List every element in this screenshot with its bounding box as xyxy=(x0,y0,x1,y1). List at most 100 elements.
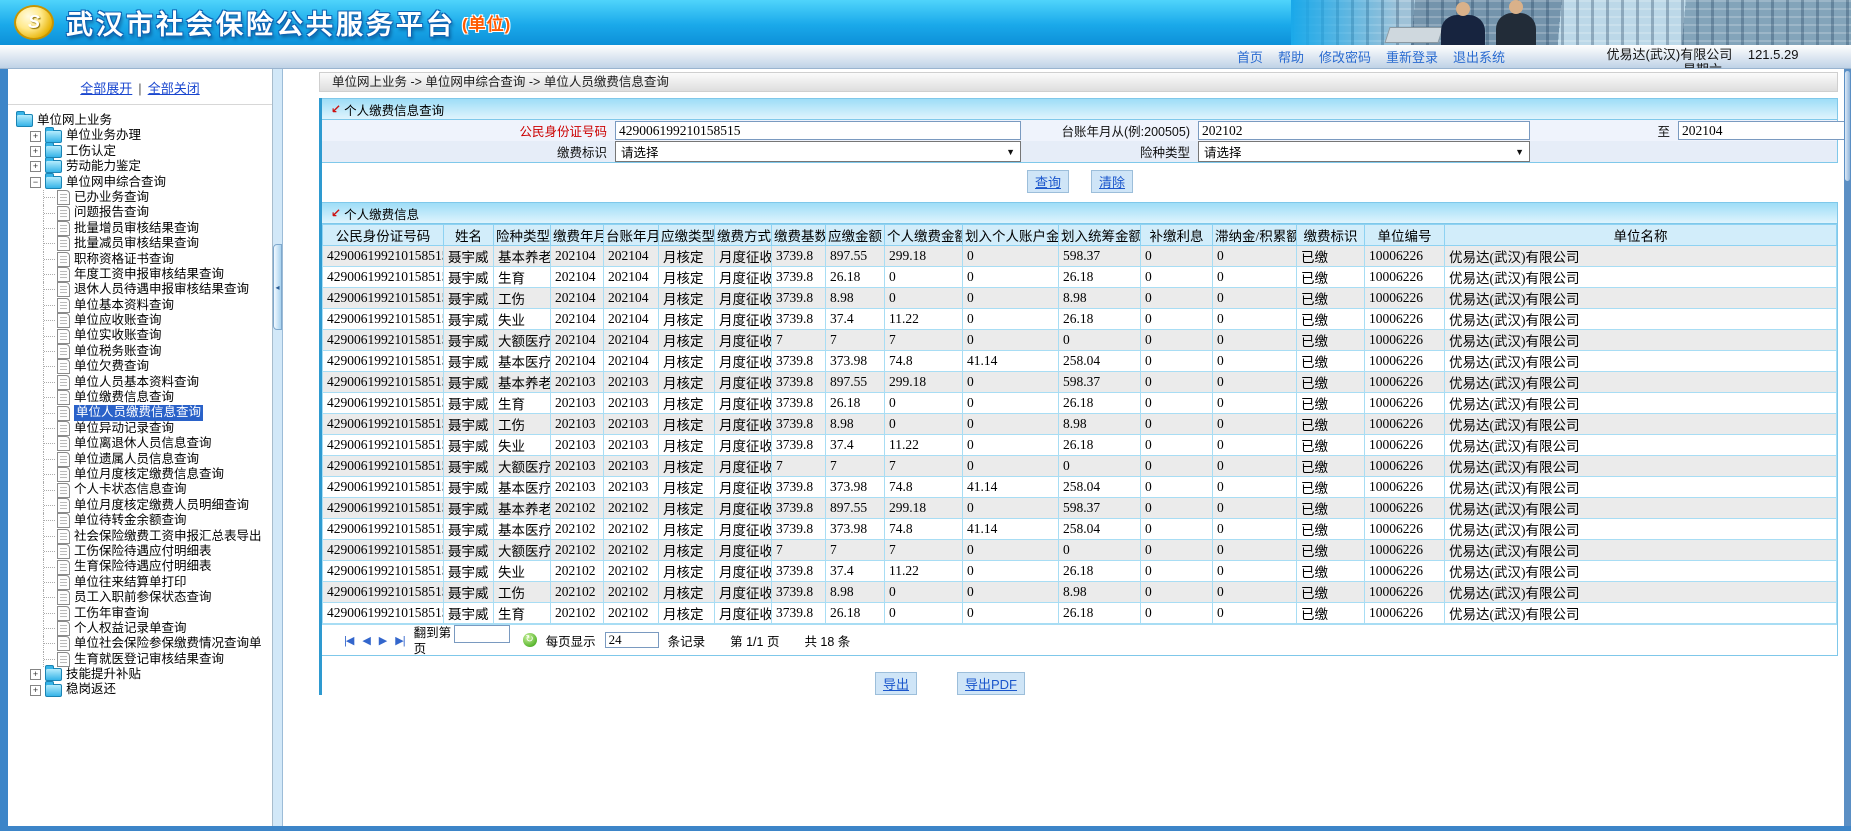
next-page-icon[interactable]: ▶ xyxy=(379,634,388,647)
goto-page-input[interactable] xyxy=(454,624,511,643)
sidebar-item[interactable]: 问题报告查询 xyxy=(43,205,270,221)
sidebar-item-label[interactable]: 已办业务查询 xyxy=(74,190,149,205)
sidebar-item[interactable]: 单位人员缴费信息查询 xyxy=(43,405,270,421)
sidebar-item-label[interactable]: 单位往来结算单打印 xyxy=(74,575,187,590)
sidebar-item-label[interactable]: 单位应收账查询 xyxy=(74,313,162,328)
collapse-all-link[interactable]: 全部关闭 xyxy=(148,81,200,96)
sidebar-folder[interactable]: + 单位业务办理 xyxy=(30,126,270,143)
pay-flag-select[interactable]: 请选择 ▼ xyxy=(615,141,1021,162)
sidebar-item-label[interactable]: 退休人员待遇申报审核结果查询 xyxy=(74,282,249,297)
vertical-scrollbar[interactable] xyxy=(1844,69,1851,826)
sidebar-item-label[interactable]: 个人卡状态信息查询 xyxy=(74,482,187,497)
sidebar-item[interactable]: 工伤保险待遇应付明细表 xyxy=(43,543,270,560)
sidebar-item[interactable]: 单位实收账查询 xyxy=(43,328,270,344)
expand-all-link[interactable]: 全部展开 xyxy=(80,81,132,96)
sidebar-item[interactable]: 单位月度核定缴费信息查询 xyxy=(43,466,270,483)
sidebar-item-label[interactable]: 单位月度核定缴费信息查询 xyxy=(74,467,224,482)
nav-link[interactable]: 修改密码 xyxy=(1319,47,1371,66)
nav-link[interactable]: 退出系统 xyxy=(1453,47,1505,66)
export-pdf-button[interactable]: 导出PDF xyxy=(957,672,1026,695)
sidebar-item-label[interactable]: 单位实收账查询 xyxy=(74,328,162,343)
sidebar-folder[interactable]: + 工伤认定 xyxy=(30,141,270,159)
sidebar-item-label[interactable]: 单位遗属人员信息查询 xyxy=(74,452,199,467)
expand-plus-icon[interactable]: + xyxy=(30,145,41,157)
page-size-input[interactable] xyxy=(604,632,659,648)
expand-plus-icon[interactable]: + xyxy=(30,161,41,173)
id-number-input[interactable] xyxy=(615,121,1021,140)
refresh-icon[interactable]: ↻ xyxy=(522,633,537,647)
sidebar-item-label[interactable]: 单位离退休人员信息查询 xyxy=(74,436,212,451)
sidebar-item-label[interactable]: 单位基本资料查询 xyxy=(74,298,174,313)
sidebar-item[interactable]: 单位欠费查询 xyxy=(43,359,270,375)
scrollbar-thumb[interactable] xyxy=(1845,71,1850,181)
period-to-input[interactable] xyxy=(1678,121,1844,140)
sidebar-folder[interactable]: 单位网上业务 xyxy=(16,111,270,128)
sidebar-item[interactable]: 批量减员审核结果查询 xyxy=(43,236,270,252)
sidebar-item-label[interactable]: 单位异动记录查询 xyxy=(74,421,174,436)
sidebar-item[interactable]: 单位离退休人员信息查询 xyxy=(43,436,270,452)
sidebar-item[interactable]: 批量增员审核结果查询 xyxy=(43,220,270,237)
sidebar-item-label[interactable]: 社会保险缴费工资申报汇总表导出 xyxy=(74,529,262,544)
sidebar-item-label[interactable]: 稳岗返还 xyxy=(66,682,116,697)
period-from-input[interactable] xyxy=(1198,121,1530,140)
collapse-handle-icon[interactable]: ◂ xyxy=(273,244,282,330)
sidebar-item[interactable]: 单位遗属人员信息查询 xyxy=(43,451,270,467)
sidebar-item[interactable]: 单位缴费信息查询 xyxy=(43,390,270,406)
sidebar-collapse-bar[interactable]: ◂ xyxy=(273,69,283,826)
search-button[interactable]: 查询 xyxy=(1026,170,1069,193)
sidebar-item[interactable]: 年度工资申报审核结果查询 xyxy=(43,266,270,283)
sidebar-item-label[interactable]: 单位人员基本资料查询 xyxy=(74,375,199,390)
sidebar-item[interactable]: 工伤年审查询 xyxy=(43,605,270,621)
sidebar-item-label[interactable]: 单位网申综合查询 xyxy=(66,175,166,190)
sidebar-item-label[interactable]: 工伤年审查询 xyxy=(74,606,149,621)
sidebar-item[interactable]: 已办业务查询 xyxy=(43,189,270,206)
expand-plus-icon[interactable]: + xyxy=(30,684,41,696)
sidebar-item[interactable]: 单位税务账查询 xyxy=(43,343,270,360)
sidebar-item-label[interactable]: 单位欠费查询 xyxy=(74,359,149,374)
sidebar-item[interactable]: 退休人员待遇申报审核结果查询 xyxy=(43,282,270,298)
sidebar-item-label[interactable]: 单位待转金余额查询 xyxy=(74,513,187,528)
sidebar-item[interactable]: 员工入职前参保状态查询 xyxy=(43,590,270,606)
sidebar-item-label[interactable]: 员工入职前参保状态查询 xyxy=(74,590,212,605)
sidebar-item[interactable]: 生育就医登记审核结果查询 xyxy=(43,651,270,668)
sidebar-item[interactable]: 单位月度核定缴费人员明细查询 xyxy=(43,497,270,514)
sidebar-item-label[interactable]: 生育保险待遇应付明细表 xyxy=(74,559,212,574)
sidebar-item[interactable]: 职称资格证书查询 xyxy=(43,251,270,267)
nav-link[interactable]: 首页 xyxy=(1237,47,1263,66)
sidebar-item[interactable]: 单位应收账查询 xyxy=(43,313,270,329)
sidebar-item[interactable]: 单位人员基本资料查询 xyxy=(43,374,270,391)
sidebar-item[interactable]: 单位待转金余额查询 xyxy=(43,513,270,529)
sidebar-item[interactable]: 单位往来结算单打印 xyxy=(43,574,270,591)
sidebar-item-label[interactable]: 单位月度核定缴费人员明细查询 xyxy=(74,498,249,513)
sidebar-item-label[interactable]: 批量减员审核结果查询 xyxy=(74,236,199,251)
ins-type-select[interactable]: 请选择 ▼ xyxy=(1198,141,1530,162)
sidebar-folder[interactable]: + 劳动能力鉴定 xyxy=(30,157,270,174)
clear-button[interactable]: 清除 xyxy=(1091,170,1134,193)
sidebar-item[interactable]: 个人权益记录单查询 xyxy=(43,620,270,637)
sidebar-item[interactable]: 单位异动记录查询 xyxy=(43,420,270,437)
sidebar-item[interactable]: 单位社会保险参保缴费情况查询单 xyxy=(43,636,270,652)
sidebar-item[interactable]: 生育保险待遇应付明细表 xyxy=(43,559,270,575)
sidebar-item-label[interactable]: 工伤认定 xyxy=(66,144,116,159)
sidebar-item[interactable]: 个人卡状态信息查询 xyxy=(43,482,270,498)
sidebar-item-label[interactable]: 年度工资申报审核结果查询 xyxy=(74,267,224,282)
nav-link[interactable]: 重新登录 xyxy=(1386,47,1438,66)
sidebar-item-label[interactable]: 单位人员缴费信息查询 xyxy=(74,405,204,421)
sidebar-item-label[interactable]: 个人权益记录单查询 xyxy=(74,621,187,636)
expand-plus-icon[interactable]: + xyxy=(30,669,41,681)
sidebar-item-label[interactable]: 技能提升补贴 xyxy=(66,667,141,682)
sidebar-item-label[interactable]: 劳动能力鉴定 xyxy=(66,159,141,174)
sidebar-item-label[interactable]: 问题报告查询 xyxy=(74,205,149,220)
sidebar-item[interactable]: 单位基本资料查询 xyxy=(43,297,270,314)
collapse-minus-icon[interactable]: − xyxy=(30,176,41,188)
export-button[interactable]: 导出 xyxy=(874,672,917,695)
sidebar-item[interactable]: 社会保险缴费工资申报汇总表导出 xyxy=(43,528,270,544)
sidebar-folder[interactable]: + 技能提升补贴 xyxy=(30,665,270,682)
sidebar-folder[interactable]: − 单位网申综合查询 xyxy=(30,172,270,190)
sidebar-item-label[interactable]: 职称资格证书查询 xyxy=(74,252,174,267)
sidebar-item-label[interactable]: 单位社会保险参保缴费情况查询单 xyxy=(74,636,262,651)
sidebar-item-label[interactable]: 单位业务办理 xyxy=(66,128,141,143)
last-page-icon[interactable]: ▶| xyxy=(395,634,405,647)
prev-page-icon[interactable]: ◀ xyxy=(362,634,371,647)
sidebar-item-label[interactable]: 单位税务账查询 xyxy=(74,344,162,359)
